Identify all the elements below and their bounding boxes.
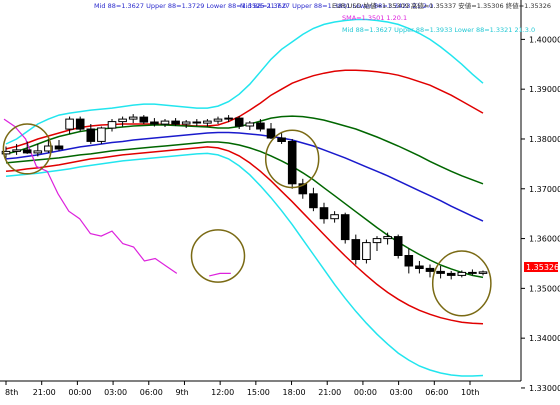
candlestick-chart[interactable]: 1.40000 1.39000 1.38000 1.37000 1.36000 1.350… <box>0 0 560 401</box>
candle-bullish <box>213 118 223 122</box>
y-tick-label: 1.40000 <box>529 35 560 44</box>
current-price-label: 1.35326 <box>526 263 559 272</box>
legend-line-3: Mid 88=1.3627 Upper 88=1.3933 Lower 88=1… <box>342 26 535 34</box>
x-tick-label: 06:00 <box>140 388 163 397</box>
candle-bullish <box>478 271 488 274</box>
candle-bullish <box>33 150 43 154</box>
x-tick-label: 03:00 <box>390 388 413 397</box>
x-tick-label: 00:00 <box>354 388 377 397</box>
x-tick-label: 8th <box>5 388 18 397</box>
x-tick-label: 21:00 <box>33 388 56 397</box>
candle-bullish <box>203 120 212 124</box>
candle-bullish <box>383 236 392 240</box>
chart-window: 1.40000 1.39000 1.38000 1.37000 1.36000 1.350… <box>0 0 560 401</box>
y-tick-label: 1.37000 <box>529 185 560 194</box>
candle-bullish <box>118 118 127 123</box>
candle-bullish <box>128 116 138 120</box>
y-tick-label: 1.33000 <box>529 384 560 393</box>
candle-bullish <box>362 242 371 261</box>
candle-bearish <box>446 272 456 276</box>
x-tick-label: 9th <box>175 388 188 397</box>
y-tick-label: 1.35000 <box>529 284 560 293</box>
candle-bearish <box>54 145 64 150</box>
legend-line-1-right: EUR/USD 始値=1.35309 高値=1.35337 安値=1.35306… <box>332 1 551 10</box>
candle-bullish <box>65 118 74 130</box>
candle-bearish <box>340 214 350 241</box>
candle-bearish <box>468 271 477 274</box>
candle-bearish <box>436 270 445 274</box>
candle-bearish <box>351 239 361 261</box>
candle-bullish <box>107 121 117 129</box>
y-tick-label: 1.39000 <box>529 85 560 94</box>
candle-bullish <box>224 117 233 120</box>
candle-bullish <box>160 120 170 125</box>
candle-bearish <box>192 121 202 124</box>
candle-bullish <box>330 214 339 220</box>
candle-bearish <box>22 149 32 154</box>
legend-line-2: SMA=1.3501 1.20.1 <box>342 14 407 22</box>
candle-bearish <box>287 141 297 185</box>
candle-bearish <box>86 128 96 142</box>
x-tick-label: 21:00 <box>318 388 341 397</box>
candle-bearish <box>171 120 180 125</box>
x-tick-label: 10th <box>461 388 479 397</box>
candle-bullish <box>457 271 467 276</box>
y-tick-label: 1.38000 <box>529 135 560 144</box>
candle-bearish <box>309 193 318 209</box>
candle-bullish <box>97 127 106 142</box>
candle-bearish <box>139 116 149 123</box>
candle-bearish <box>393 236 403 257</box>
candle-bullish <box>181 121 191 125</box>
candle-bearish <box>415 265 424 269</box>
candle-bearish <box>425 267 435 272</box>
y-tick-label: 1.36000 <box>529 235 560 244</box>
x-tick-label: 15:00 <box>247 388 270 397</box>
candle-bearish <box>404 255 414 267</box>
candle-bearish <box>234 117 244 127</box>
y-tick-label: 1.34000 <box>529 334 560 343</box>
x-tick-label: 18:00 <box>283 388 306 397</box>
candle-bearish <box>277 137 286 142</box>
x-tick-label: 12:00 <box>211 388 234 397</box>
x-tick-label: 03:00 <box>104 388 127 397</box>
candle-bullish <box>245 122 255 127</box>
candle-bullish <box>12 149 21 152</box>
candle-bearish <box>150 121 159 125</box>
candle-bearish <box>75 118 85 130</box>
x-tick-label: 00:00 <box>68 388 91 397</box>
candle-bearish <box>256 122 265 130</box>
candle-bullish <box>372 238 382 244</box>
chart-background <box>0 0 560 401</box>
x-tick-label: 06:00 <box>425 388 448 397</box>
candle-bearish <box>266 128 276 139</box>
candle-bearish <box>319 207 329 220</box>
